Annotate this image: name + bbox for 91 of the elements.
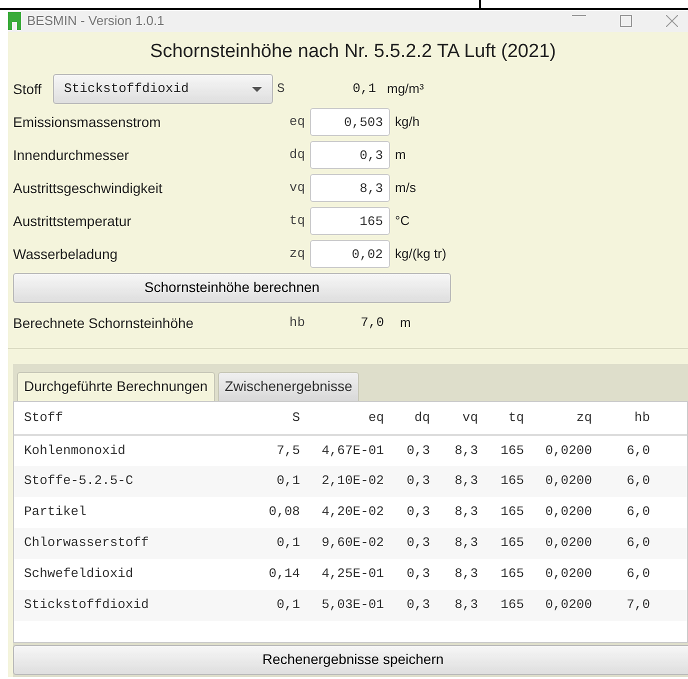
column-header[interactable]: tq — [478, 402, 524, 434]
table-cell: 165 — [478, 528, 524, 558]
table-cell: 165 — [478, 466, 524, 496]
field-label: Austrittstemperatur — [13, 212, 132, 231]
table-cell: 0,3 — [384, 590, 430, 620]
table-cell: Stickstoffdioxid — [14, 590, 240, 620]
field-unit: m — [395, 146, 406, 164]
table-cell: 0,0200 — [524, 558, 592, 590]
column-header[interactable]: vq — [430, 402, 478, 434]
table-cell: 0,0200 — [524, 466, 592, 496]
table-cell: 0,1 — [240, 528, 300, 558]
table-cell: 0,08 — [240, 496, 300, 528]
field-unit: m/s — [395, 179, 416, 198]
table-cell: 165 — [478, 590, 524, 620]
table-cell: 7,5 — [240, 434, 300, 466]
form-heading: Schornsteinhöhe nach Nr. 5.5.2.2 TA Luft (2021) — [149, 40, 557, 64]
table-cell: 0,0200 — [524, 528, 592, 558]
field-label: Emissionsmassenstrom — [13, 112, 162, 132]
field-symbol: dq — [288, 146, 305, 164]
field-unit: kg/h — [395, 113, 420, 132]
result-symbol: hb — [288, 314, 305, 332]
field-unit: °C — [395, 212, 410, 230]
table-cell: 8,3 — [430, 558, 478, 590]
calculate-button[interactable]: Schornsteinhöhe berechnen — [13, 272, 451, 302]
column-header[interactable]: dq — [384, 402, 430, 434]
field-value: 0,1 — [352, 80, 377, 98]
tab[interactable]: Zwischenergebnisse — [218, 372, 360, 400]
table-cell: 8,3 — [430, 434, 478, 466]
table-cell: 8,3 — [430, 528, 478, 558]
table-cell: Stoffe-5.2.5-C — [14, 466, 240, 496]
tab[interactable]: Durchgeführte Berechnungen — [17, 372, 215, 400]
table-cell: 6,0 — [592, 558, 650, 590]
field-symbol: vq — [288, 179, 305, 198]
field-label: Innendurchmesser — [13, 146, 130, 164]
table-cell: 4,25E-01 — [300, 558, 384, 590]
table-cell: 0,3 — [384, 466, 430, 496]
column-header[interactable]: hb — [592, 402, 650, 434]
table-cell: 0,0200 — [524, 590, 592, 620]
field-symbol: eq — [288, 113, 305, 132]
field-unit: kg/(kg tr) — [395, 245, 446, 264]
table-cell: 6,0 — [592, 466, 650, 496]
table-cell: 2,10E-02 — [300, 466, 384, 496]
table-cell: Chlorwasserstoff — [14, 528, 240, 558]
table-cell: 0,3 — [384, 434, 430, 466]
table-cell: 5,03E-01 — [300, 590, 384, 620]
result-value: 7,0 — [360, 314, 385, 332]
input-field[interactable]: 0,02 — [310, 240, 390, 268]
table-cell: 0,0200 — [524, 434, 592, 466]
table-cell: 165 — [478, 558, 524, 590]
table-cell: 0,3 — [384, 528, 430, 558]
field-unit: mg/m³ — [387, 80, 424, 98]
input-field[interactable]: 8,3 — [310, 174, 390, 202]
table-cell: 0,0200 — [524, 496, 592, 528]
table-cell: Kohlenmonoxid — [14, 434, 240, 466]
table-cell: 7,0 — [592, 590, 650, 620]
table-cell: 6,0 — [592, 434, 650, 466]
table-cell: 8,3 — [430, 466, 478, 496]
table-cell: 0,3 — [384, 496, 430, 528]
input-field[interactable]: 165 — [310, 207, 390, 235]
input-field[interactable]: 0,503 — [310, 108, 390, 136]
column-header[interactable]: S — [240, 402, 300, 434]
table-cell: 165 — [478, 496, 524, 528]
table-cell: 6,0 — [592, 496, 650, 528]
table-cell: 9,60E-02 — [300, 528, 384, 558]
table-cell: 0,14 — [240, 558, 300, 590]
table-cell: 8,3 — [430, 590, 478, 620]
table-cell: 8,3 — [430, 496, 478, 528]
table-cell: 4,20E-02 — [300, 496, 384, 528]
field-symbol: S — [277, 80, 286, 98]
table-cell: 0,1 — [240, 590, 300, 620]
column-header[interactable]: eq — [300, 402, 384, 434]
table-cell: 0,1 — [240, 466, 300, 496]
table-cell: 6,0 — [592, 528, 650, 558]
field-label: Wasserbeladung — [13, 244, 119, 264]
field-label: Stoff — [13, 80, 43, 98]
table-cell: 165 — [478, 434, 524, 466]
field-symbol: zq — [288, 245, 305, 264]
table-cell: Partikel — [14, 496, 240, 528]
table-cell: Schwefeldioxid — [14, 558, 240, 590]
table-cell: 0,3 — [384, 558, 430, 590]
input-field[interactable]: 0,3 — [310, 141, 390, 169]
field-label: Austrittsgeschwindigkeit — [13, 178, 164, 198]
column-header[interactable]: zq — [524, 402, 592, 434]
result-label: Berechnete Schornsteinhöhe — [13, 314, 195, 332]
save-button[interactable]: Rechenergebnisse speichern — [13, 644, 688, 674]
substance-dropdown[interactable]: Stickstoffdioxid — [53, 74, 273, 104]
column-header[interactable]: Stoff — [14, 402, 240, 434]
table-cell: 4,67E-01 — [300, 434, 384, 466]
window-title: BESMIN - Version 1.0.1 — [27, 12, 164, 30]
result-unit: m — [400, 314, 411, 332]
field-symbol: tq — [288, 212, 305, 230]
